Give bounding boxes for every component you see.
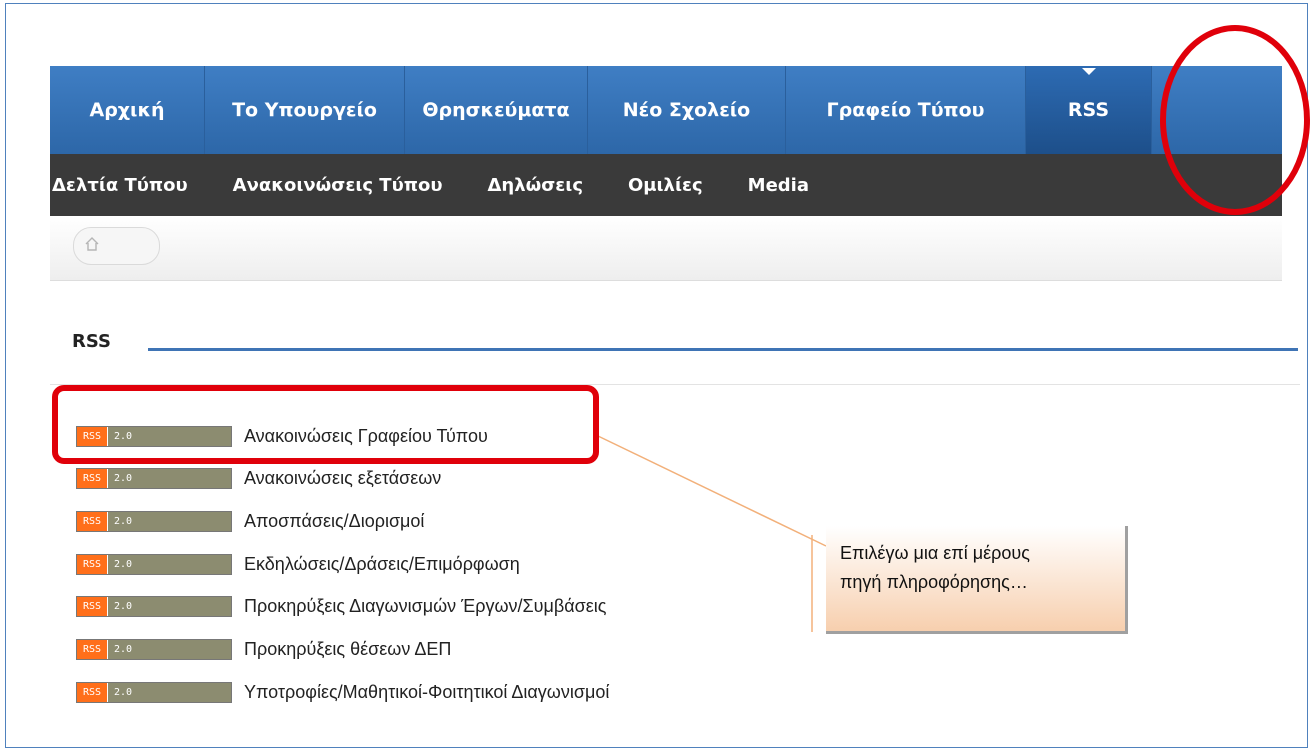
highlight-box — [52, 385, 599, 464]
callout-line-1: Επιλέγω μια επί μέρους — [840, 543, 1030, 563]
callout-line-2: πηγή πληροφόρησης… — [840, 572, 1028, 592]
callout-leader-line — [597, 435, 827, 632]
highlight-oval — [1160, 25, 1310, 215]
callout-note: Επιλέγω μια επί μέρους πηγή πληροφόρησης… — [826, 526, 1128, 634]
